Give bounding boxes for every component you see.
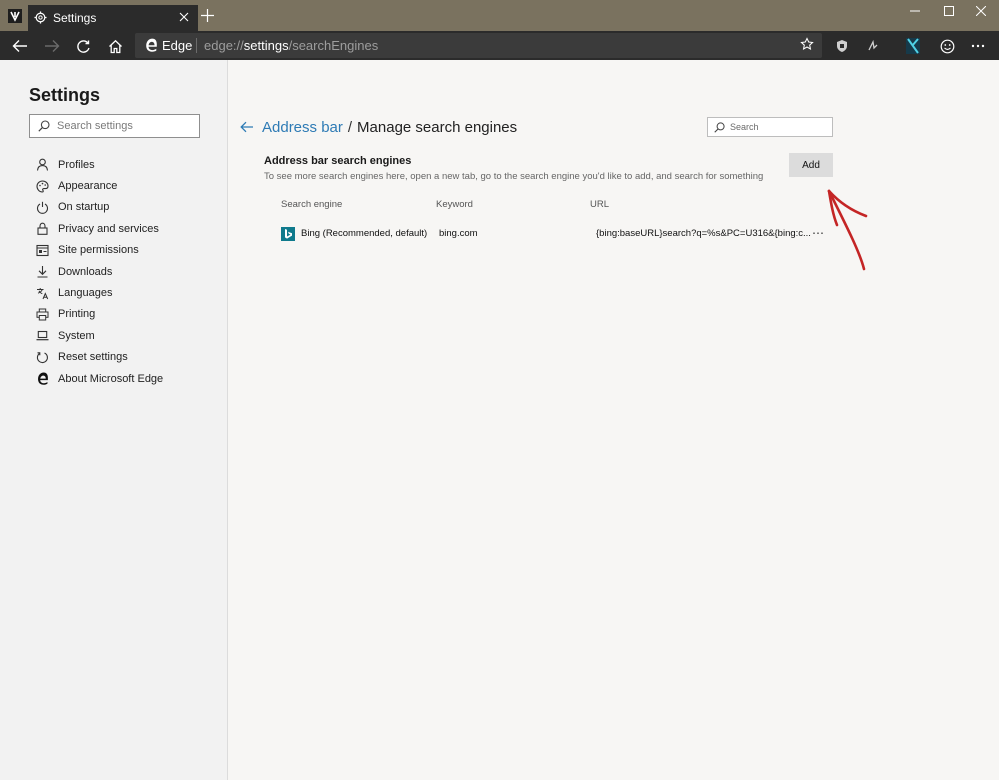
palette-icon (36, 180, 58, 193)
search-settings-input[interactable] (55, 118, 195, 134)
sidebar-item-on-startup[interactable]: On startup (36, 197, 226, 218)
column-header-url: URL (590, 199, 610, 210)
forward-arrow-icon[interactable] (43, 37, 61, 55)
red-annotation-arrow (824, 183, 874, 273)
sidebar-item-label: Reset settings (58, 351, 128, 364)
search-icon (714, 122, 725, 133)
minimize-icon[interactable] (897, 0, 933, 22)
title-bar: Settings (0, 0, 999, 31)
smiley-feedback-icon[interactable] (938, 37, 956, 55)
sidebar-item-reset-settings[interactable]: Reset settings (36, 347, 226, 368)
column-header-search-engine: Search engine (281, 199, 343, 210)
edge-logo-icon (144, 38, 158, 52)
address-divider (196, 38, 197, 53)
search-icon (38, 120, 50, 132)
sidebar-item-label: Privacy and services (58, 222, 159, 235)
maximize-icon[interactable] (931, 0, 967, 22)
settings-nav: Profiles Appearance On startup Privacy a… (36, 154, 226, 389)
favorite-star-icon[interactable] (800, 37, 814, 51)
permissions-icon (36, 244, 58, 257)
sidebar-item-system[interactable]: System (36, 325, 226, 346)
section-description: To see more search engines here, open a … (264, 171, 764, 182)
breadcrumb-address-bar-link[interactable]: Address bar (262, 119, 343, 136)
sidebar-item-about-edge[interactable]: About Microsoft Edge (36, 368, 226, 389)
sidebar-item-label: On startup (58, 201, 110, 214)
more-menu-icon[interactable] (969, 37, 987, 55)
sidebar-item-label: System (58, 329, 95, 342)
sidebar-item-downloads[interactable]: Downloads (36, 261, 226, 282)
settings-title: Settings (29, 85, 101, 105)
back-arrow-icon[interactable] (11, 37, 29, 55)
shield-extension-icon[interactable] (833, 37, 851, 55)
download-icon (36, 265, 58, 278)
tab-title: Settings (53, 11, 97, 25)
printer-icon (36, 308, 58, 321)
page-title: Manage search engines (357, 118, 518, 136)
engine-name: Bing (Recommended, default) (301, 228, 428, 239)
sidebar-item-label: Downloads (58, 265, 113, 278)
power-icon (36, 201, 58, 214)
search-engines-input[interactable] (728, 120, 828, 134)
gear-icon (34, 11, 47, 24)
sidebar-item-appearance[interactable]: Appearance (36, 175, 226, 196)
sidebar-item-privacy[interactable]: Privacy and services (36, 218, 226, 239)
reset-icon (36, 351, 58, 364)
back-arrow-icon[interactable] (240, 121, 254, 133)
breadcrumb-separator: / (347, 118, 353, 136)
sidebar-item-label: Profiles (58, 158, 95, 171)
main-content: Address bar / Manage search engines Addr… (229, 60, 999, 780)
site-label: Edge (162, 38, 193, 53)
url-text[interactable]: edge://settings/searchEngines (204, 38, 378, 53)
person-icon (36, 158, 58, 171)
extension-icon[interactable] (864, 37, 882, 55)
engine-url: {bing:baseURL}search?q=%s&PC=U316&{bing:… (596, 228, 811, 239)
lock-icon (36, 222, 58, 236)
engine-keyword: bing.com (439, 228, 478, 239)
new-tab-icon[interactable] (201, 9, 214, 22)
home-icon[interactable] (106, 37, 124, 55)
tab-settings[interactable]: Settings (28, 5, 198, 31)
languages-icon (36, 287, 58, 300)
app-icon[interactable] (8, 9, 22, 23)
add-search-engine-button[interactable]: Add (789, 153, 833, 177)
sidebar-item-profiles[interactable]: Profiles (36, 154, 226, 175)
tab-close-icon[interactable] (178, 11, 190, 23)
sidebar-item-label: About Microsoft Edge (58, 372, 164, 385)
table-row: Bing (Recommended, default) bing.com {bi… (279, 224, 839, 244)
refresh-icon[interactable] (74, 37, 92, 55)
laptop-icon (36, 329, 58, 342)
breadcrumb: Address bar / Manage search engines (240, 117, 517, 137)
sidebar-item-label: Site permissions (58, 244, 139, 257)
sidebar-item-site-permissions[interactable]: Site permissions (36, 240, 226, 261)
close-window-icon[interactable] (963, 0, 999, 22)
column-header-keyword: Keyword (436, 199, 473, 210)
search-settings-box[interactable] (29, 114, 200, 138)
search-engines-search-box[interactable] (707, 117, 833, 137)
bing-logo-icon (281, 227, 295, 241)
edge-icon (36, 372, 58, 385)
address-bar[interactable]: Edge edge://settings/searchEngines (135, 33, 822, 58)
extension-logo-icon[interactable] (903, 37, 923, 55)
section-title: Address bar search engines (264, 155, 412, 167)
sidebar-item-label: Appearance (58, 180, 118, 193)
sidebar-item-label: Printing (58, 308, 96, 321)
sidebar-item-languages[interactable]: Languages (36, 282, 226, 303)
sidebar-item-label: Languages (58, 287, 113, 300)
settings-sidebar: Settings Profiles Appearance On startup … (0, 60, 228, 780)
browser-toolbar: Edge edge://settings/searchEngines (0, 31, 999, 60)
sidebar-item-printing[interactable]: Printing (36, 304, 226, 325)
